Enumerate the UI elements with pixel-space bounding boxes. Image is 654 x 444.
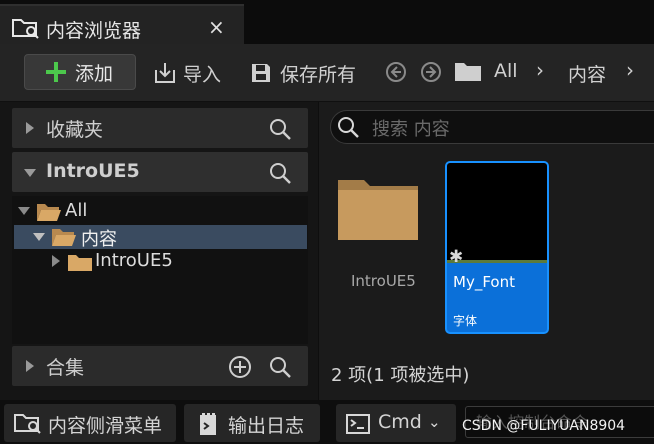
asset-flag-icon: ✱ xyxy=(449,247,464,267)
content-browser-icon xyxy=(12,17,40,39)
favorites-label: 收藏夹 xyxy=(46,119,104,141)
asset-folder-label: IntroUE5 xyxy=(351,272,416,290)
breadcrumb-content[interactable]: 内容 xyxy=(568,60,606,87)
collapse-arrow-icon xyxy=(18,207,30,215)
asset-type: 字体 xyxy=(453,314,478,328)
tree-item-all[interactable]: All xyxy=(18,200,298,224)
cmd-dropdown[interactable]: Cmd ⌄ xyxy=(336,404,456,442)
content-browser-icon xyxy=(14,412,42,434)
tree-item-introue5[interactable]: IntroUE5 xyxy=(52,250,302,274)
open-folder-icon xyxy=(51,227,77,247)
expand-arrow-icon xyxy=(26,122,34,134)
output-log-label: 输出日志 xyxy=(228,415,305,437)
breadcrumb-chevron-icon: › xyxy=(536,58,544,82)
save-icon xyxy=(250,62,272,84)
import-label: 导入 xyxy=(183,64,222,86)
asset-folder-introue5[interactable] xyxy=(336,176,420,242)
save-all-label: 保存所有 xyxy=(280,64,357,86)
toolbar: 添加 导入 保存所有 All › 内容 › xyxy=(0,44,654,102)
search-placeholder: 搜索 内容 xyxy=(372,119,450,140)
tree-item-content[interactable]: 内容 xyxy=(33,225,303,250)
expand-arrow-icon xyxy=(52,255,60,267)
plus-icon xyxy=(45,61,67,83)
favorites-header[interactable]: 收藏夹 xyxy=(12,108,308,148)
expand-arrow-icon xyxy=(26,360,34,372)
forward-arrow-icon[interactable] xyxy=(420,61,442,83)
tab-close-button[interactable]: × xyxy=(208,15,225,39)
asset-tile-selected[interactable]: ✱ My_Font 字体 xyxy=(445,161,549,334)
cmd-label: Cmd xyxy=(378,411,422,433)
tree-item-label: 内容 xyxy=(81,229,117,250)
import-button[interactable]: 导入 xyxy=(152,56,232,90)
add-button[interactable]: 添加 xyxy=(24,54,136,90)
project-header[interactable]: IntroUE5 xyxy=(12,152,308,192)
collapse-arrow-icon xyxy=(24,169,36,177)
tree-item-label: All xyxy=(65,200,88,221)
search-icon[interactable] xyxy=(268,117,292,141)
project-label: IntroUE5 xyxy=(46,160,140,182)
tree-item-label: IntroUE5 xyxy=(95,250,173,271)
add-button-label: 添加 xyxy=(75,63,114,85)
output-log-button[interactable]: 输出日志 xyxy=(184,404,320,442)
terminal-icon xyxy=(346,414,370,434)
output-log-icon xyxy=(198,412,218,436)
search-icon[interactable] xyxy=(268,161,292,185)
breadcrumb-chevron-icon[interactable]: › xyxy=(626,58,634,82)
collections-header[interactable]: 合集 xyxy=(12,346,308,386)
search-icon[interactable] xyxy=(268,355,292,379)
tab-title: 内容浏览器 xyxy=(46,20,142,42)
tab-content-browser[interactable]: 内容浏览器 × xyxy=(0,4,244,44)
chevron-down-icon: ⌄ xyxy=(428,413,441,431)
folder-icon xyxy=(67,253,93,272)
content-drawer-label: 内容侧滑菜单 xyxy=(48,415,163,437)
breadcrumb-all[interactable]: All xyxy=(494,60,518,82)
back-arrow-icon[interactable] xyxy=(385,61,407,83)
search-icon xyxy=(336,115,360,139)
asset-name: My_Font xyxy=(453,273,515,291)
content-drawer-button[interactable]: 内容侧滑菜单 xyxy=(4,404,176,442)
save-all-button[interactable]: 保存所有 xyxy=(248,56,364,90)
collapse-arrow-icon xyxy=(33,233,45,241)
folder-icon xyxy=(454,60,482,82)
watermark: CSDN @FULIYUAN8904 xyxy=(462,418,626,434)
add-circle-icon[interactable] xyxy=(228,355,252,379)
import-icon xyxy=(152,62,178,84)
status-text: 2 项(1 项被选中) xyxy=(331,365,470,386)
folder-icon xyxy=(336,176,420,242)
collections-label: 合集 xyxy=(46,357,85,379)
open-folder-icon xyxy=(36,202,62,222)
